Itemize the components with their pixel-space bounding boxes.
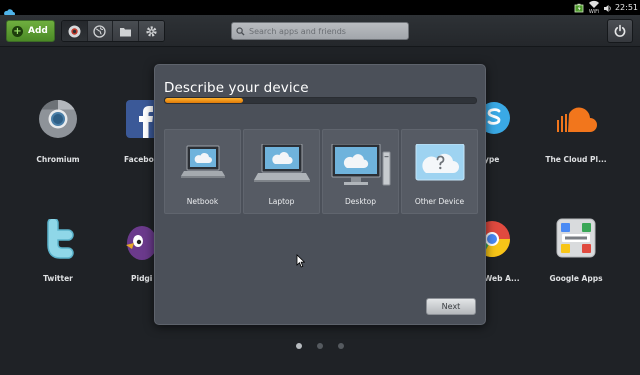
system-tray: WiFi 22:51 — [574, 0, 638, 15]
option-label: Desktop — [345, 197, 376, 206]
twitter-icon[interactable] — [40, 219, 76, 259]
describe-device-dialog: Describe your device Netbook Laptop Desk… — [154, 64, 486, 325]
clock: 22:51 — [614, 3, 638, 12]
add-button[interactable]: + Add — [6, 20, 55, 42]
pidgin-icon[interactable] — [124, 219, 154, 261]
app-label: Twitter — [43, 274, 73, 283]
power-button[interactable] — [607, 19, 633, 43]
option-label: Netbook — [186, 197, 219, 206]
page-indicator — [296, 343, 344, 349]
search-input[interactable] — [249, 26, 399, 36]
section-tabs — [61, 20, 165, 42]
option-netbook[interactable]: Netbook — [164, 129, 241, 214]
page-dot[interactable] — [317, 343, 323, 349]
add-button-label: Add — [28, 26, 48, 36]
option-desktop[interactable]: Desktop — [322, 129, 399, 214]
folder-tab-icon — [119, 27, 131, 36]
search-box[interactable] — [231, 22, 409, 40]
wifi-icon — [588, 0, 599, 8]
app-label: Google Apps — [549, 274, 603, 283]
plus-icon: + — [12, 25, 23, 37]
app-label: Chromium — [36, 155, 80, 164]
option-label: Laptop — [268, 197, 295, 206]
laptop-icon — [253, 144, 310, 182]
tab-apps[interactable] — [62, 21, 88, 41]
search-icon — [236, 26, 245, 36]
mouse-cursor-icon — [296, 254, 305, 268]
system-bar: WiFi 22:51 — [0, 0, 640, 16]
option-laptop[interactable]: Laptop — [243, 129, 320, 214]
soundcloud-icon[interactable] — [555, 106, 597, 134]
chromium-icon[interactable] — [37, 98, 79, 140]
apps-tab-icon — [68, 25, 81, 37]
facebook-icon[interactable] — [126, 98, 156, 138]
page-dot[interactable] — [296, 343, 302, 349]
wifi-indicator: WiFi — [588, 0, 600, 15]
globe-tab-icon — [93, 24, 106, 38]
netbook-icon — [180, 145, 225, 178]
tab-web[interactable] — [87, 21, 113, 41]
option-label: Other Device — [414, 197, 465, 206]
settings-tab-icon — [146, 25, 157, 37]
google-apps-icon[interactable] — [556, 218, 596, 258]
page-dot[interactable] — [338, 343, 344, 349]
app-toolbar: + Add — [0, 15, 640, 47]
dialog-title: Describe your device — [164, 80, 309, 96]
tab-files[interactable] — [113, 21, 139, 41]
app-label: The Cloud Pl... — [545, 155, 607, 164]
device-options: Netbook Laptop Desktop Other Device — [164, 129, 478, 214]
desktop-icon — [331, 144, 390, 186]
tab-settings[interactable] — [138, 21, 164, 41]
setup-progress-bar — [164, 97, 477, 104]
setup-progress-fill — [165, 98, 243, 103]
power-icon — [614, 24, 626, 37]
option-other-device[interactable]: Other Device — [401, 129, 478, 214]
other-device-icon — [415, 144, 464, 181]
next-button[interactable]: Next — [426, 298, 476, 315]
